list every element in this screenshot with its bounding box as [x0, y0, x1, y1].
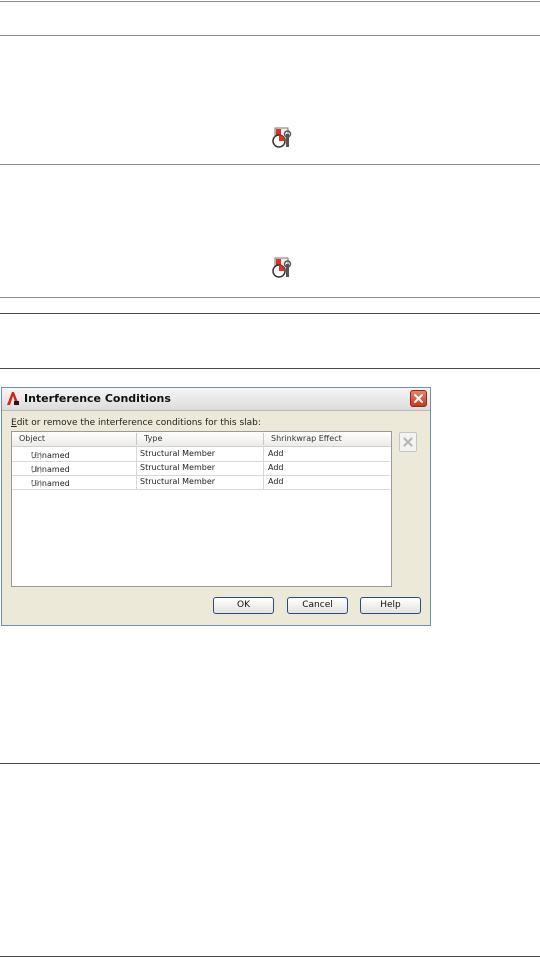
divider-4: [0, 313, 540, 314]
effect-cell: Add: [268, 477, 284, 486]
cell-divider: [136, 447, 137, 461]
divider-6: [0, 763, 540, 764]
cell-divider: [263, 447, 264, 461]
table-row[interactable]: Unnamed (2) Structural Member Add: [12, 475, 390, 490]
divider-1: [0, 35, 540, 36]
interference-conditions-dialog: Interference Conditions Edit or remove t…: [1, 387, 431, 626]
column-header-type[interactable]: Type: [144, 434, 162, 443]
dialog-title: Interference Conditions: [24, 392, 171, 405]
column-header-object[interactable]: Object: [19, 434, 45, 443]
dialog-prompt: Edit or remove the interference conditio…: [11, 418, 261, 428]
divider-2: [0, 164, 540, 165]
delete-button[interactable]: [399, 432, 417, 452]
dialog-titlebar[interactable]: Interference Conditions: [2, 388, 430, 411]
type-cell: Structural Member: [140, 449, 216, 458]
type-cell: Structural Member: [140, 463, 216, 472]
cell-divider: [136, 461, 137, 475]
effect-cell: Add: [268, 463, 284, 472]
divider-5: [0, 368, 540, 369]
cell-divider: [263, 475, 264, 489]
interference-tool-icon: [270, 256, 294, 280]
type-cell: Structural Member: [140, 477, 216, 486]
divider-top: [0, 1, 540, 2]
list-header: Object Type Shrinkwrap Effect: [12, 432, 391, 447]
cell-divider: [136, 475, 137, 489]
close-button[interactable]: [410, 390, 427, 407]
help-button[interactable]: Help: [360, 597, 421, 614]
divider-bottom: [0, 956, 540, 957]
interference-conditions-list[interactable]: Object Type Shrinkwrap Effect Unnamed (0…: [11, 431, 392, 587]
table-row[interactable]: Unnamed (1) Structural Member Add: [12, 461, 390, 476]
interference-tool-icon: [270, 126, 294, 150]
autocad-app-icon: [6, 391, 20, 406]
column-separator[interactable]: [263, 433, 264, 445]
prompt-text: dit or remove the interference condition…: [16, 418, 261, 428]
column-separator[interactable]: [136, 433, 137, 445]
column-header-shrinkwrap-effect[interactable]: Shrinkwrap Effect: [271, 434, 342, 443]
ok-button[interactable]: OK: [213, 597, 274, 614]
effect-cell: Add: [268, 449, 284, 458]
table-row[interactable]: Unnamed (0) Structural Member Add: [12, 447, 390, 462]
divider-3: [0, 297, 540, 298]
cell-divider: [263, 461, 264, 475]
delete-x-icon: [403, 437, 413, 447]
cancel-button[interactable]: Cancel: [287, 597, 348, 614]
close-icon: [414, 394, 423, 403]
